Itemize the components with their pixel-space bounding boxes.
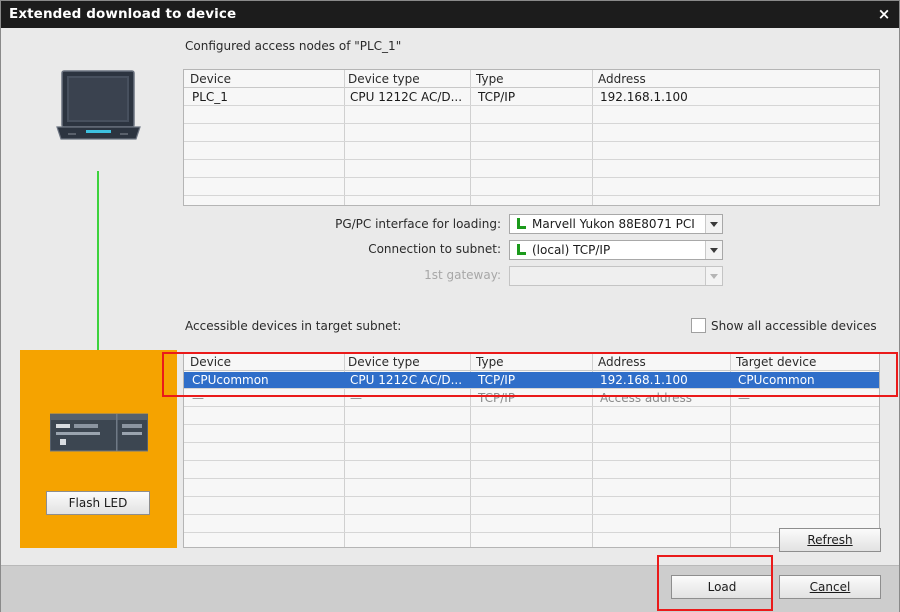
cell-device-type: CPU 1212C AC/D... — [350, 90, 463, 104]
table-row — [184, 408, 879, 425]
subnet-connection-value: (local) TCP/IP — [532, 243, 611, 257]
subnet-connection-label: Connection to subnet: — [368, 242, 501, 256]
configured-nodes-title: Configured access nodes of "PLC_1" — [185, 39, 402, 53]
pg-pc-interface-label: PG/PC interface for loading: — [335, 217, 501, 231]
table-row — [184, 179, 879, 196]
dialog-content: Configured access nodes of "PLC_1" Devic… — [1, 28, 899, 564]
table-row — [184, 480, 879, 497]
cell-address: 192.168.1.100 — [600, 90, 688, 104]
configured-nodes-table: Device Device type Type Address PLC_1 CP… — [183, 69, 880, 206]
dialog-title: Extended download to device — [9, 6, 237, 22]
table-row — [184, 498, 879, 515]
first-gateway-value — [532, 267, 702, 285]
table-row — [184, 462, 879, 479]
cell-type: TCP/IP — [478, 90, 516, 104]
highlight-selected-device — [162, 352, 898, 397]
table-row — [184, 125, 879, 142]
close-button[interactable]: × — [875, 5, 893, 23]
show-all-label[interactable]: Show all accessible devices — [711, 319, 877, 333]
first-gateway-label: 1st gateway: — [424, 268, 501, 282]
table-row — [184, 143, 879, 160]
refresh-button[interactable]: Refresh — [779, 528, 881, 552]
first-gateway-dropdown — [509, 266, 723, 286]
flash-led-button[interactable]: Flash LED — [46, 491, 150, 515]
cancel-button-label: Cancel — [809, 580, 851, 594]
dialog-footer: Load Cancel — [1, 555, 899, 612]
show-all-checkbox[interactable] — [691, 318, 706, 333]
pg-pc-laptop-icon — [56, 70, 141, 140]
subnet-connection-dropdown[interactable]: (local) TCP/IP — [509, 240, 723, 260]
pg-pc-interface-dropdown[interactable]: Marvell Yukon 88E8071 PCI — [509, 214, 723, 234]
plc-device-icon — [50, 413, 148, 452]
highlight-load-button — [657, 555, 773, 611]
table-row — [184, 444, 879, 461]
table-row — [184, 426, 879, 443]
chevron-down-icon[interactable] — [705, 215, 722, 233]
refresh-button-label: Refresh — [807, 533, 853, 547]
download-dialog: Extended download to device × Configured… — [0, 0, 900, 612]
cancel-button[interactable]: Cancel — [779, 575, 881, 599]
configured-table-header: Device Device type Type Address — [184, 70, 879, 88]
cell-device: PLC_1 — [192, 90, 228, 104]
accessible-devices-title: Accessible devices in target subnet: — [185, 319, 402, 333]
title-bar: Extended download to device × — [1, 1, 899, 28]
chevron-down-icon[interactable] — [705, 241, 722, 259]
column-header-device-type[interactable]: Device type — [344, 70, 420, 88]
column-header-type[interactable]: Type — [472, 70, 504, 88]
table-row — [184, 516, 879, 533]
pg-pc-interface-value: Marvell Yukon 88E8071 PCI — [532, 217, 695, 231]
table-row — [184, 161, 879, 178]
chevron-down-icon — [705, 267, 722, 285]
column-header-device[interactable]: Device — [186, 70, 231, 88]
network-interface-icon — [517, 218, 526, 229]
table-row[interactable]: PLC_1 CPU 1212C AC/D... TCP/IP 192.168.1… — [184, 89, 879, 106]
column-header-address[interactable]: Address — [594, 70, 646, 88]
target-device-panel: Flash LED — [20, 350, 177, 548]
network-interface-icon — [517, 244, 526, 255]
table-row — [184, 107, 879, 124]
